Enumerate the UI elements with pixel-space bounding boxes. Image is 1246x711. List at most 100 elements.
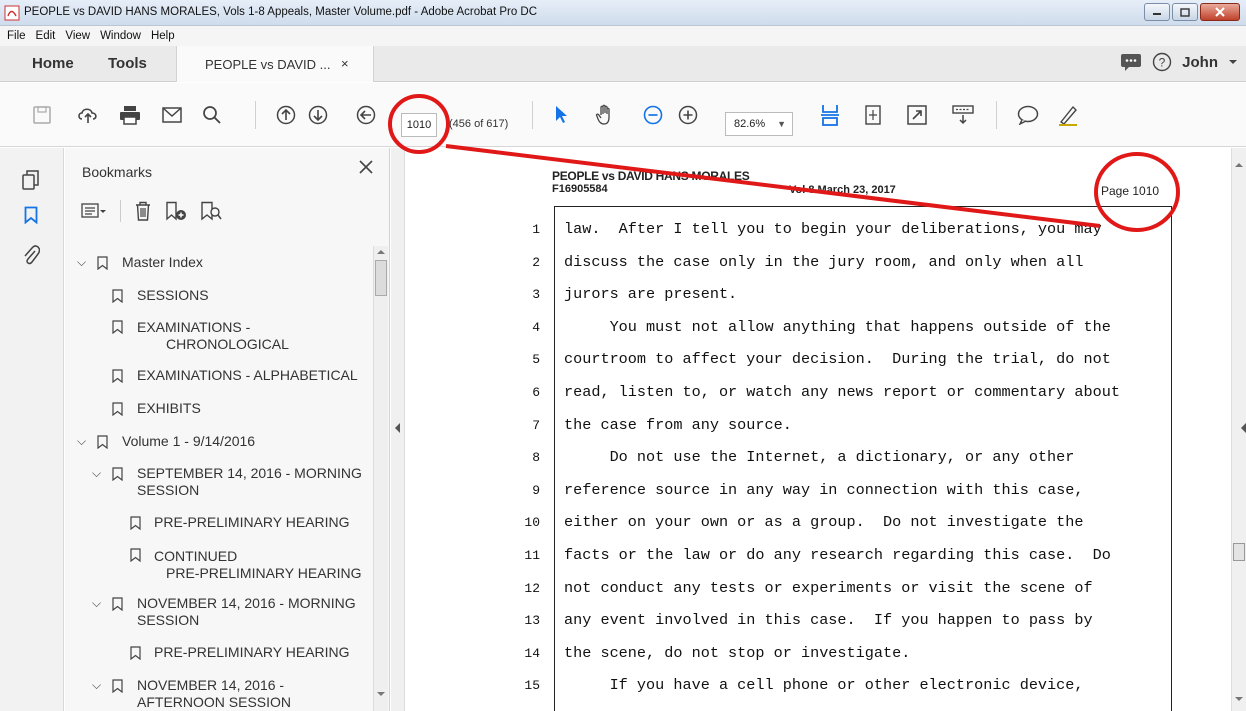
fit-page-button[interactable] — [861, 103, 885, 127]
envelope-icon — [162, 107, 182, 123]
save-button[interactable] — [30, 103, 54, 127]
scrolling-mode-button[interactable] — [818, 103, 842, 127]
document-scrollbar[interactable] — [1231, 148, 1246, 711]
cloud-upload-icon — [78, 108, 97, 123]
document-view[interactable]: PEOPLE vs DAVID HANS MORALES F16905584 V… — [406, 148, 1231, 711]
bookmark-label: Volume 1 - 9/14/2016 — [122, 433, 256, 449]
next-page-button[interactable] — [306, 103, 330, 127]
menu-window[interactable]: Window — [95, 30, 146, 42]
scroll-down-icon[interactable] — [1235, 696, 1243, 702]
page-number-input[interactable]: 1010 — [401, 113, 437, 137]
comment-button[interactable] — [1016, 103, 1040, 127]
new-bookmark-icon[interactable] — [165, 201, 187, 221]
bookmark-label: EXHIBITS — [137, 400, 201, 416]
zoom-select[interactable]: 82.6% ▼ — [725, 112, 793, 136]
transcript-line: facts or the law or do any research rega… — [564, 546, 1111, 564]
close-window-button[interactable] — [1200, 3, 1240, 21]
zoom-in-button[interactable] — [676, 103, 700, 127]
bookmark-label: PRE-PRELIMINARY HEARING — [154, 514, 350, 530]
chevron-down-icon[interactable]: ⌵ — [92, 678, 101, 693]
transcript-line: reference source in any way in connectio… — [564, 480, 1084, 499]
previous-page-button[interactable] — [274, 103, 298, 127]
bookmark-label-line2: PRE-PRELIMINARY HEARING — [166, 565, 362, 581]
bookmark-icon — [112, 289, 123, 303]
paperclip-icon[interactable] — [22, 244, 40, 266]
menu-file[interactable]: File — [2, 30, 31, 42]
scroll-up-icon[interactable] — [377, 249, 385, 255]
transcript-line: either on your own or as a group. Do not… — [564, 513, 1084, 532]
save-icon — [33, 106, 51, 124]
scroll-up-icon[interactable] — [1235, 162, 1243, 168]
svg-text:?: ? — [1159, 56, 1166, 70]
upload-cloud-button[interactable] — [76, 103, 100, 127]
chevron-left-icon[interactable] — [395, 423, 401, 433]
maximize-button[interactable] — [1172, 3, 1198, 21]
arrow-left-circle-icon — [356, 105, 376, 125]
previous-view-button[interactable] — [354, 103, 378, 127]
scroll-down-icon[interactable] — [377, 691, 385, 697]
scrollbar-thumb[interactable] — [375, 260, 387, 296]
highlight-button[interactable] — [1056, 103, 1080, 127]
chevron-down-icon: ▼ — [777, 119, 786, 129]
minimize-button[interactable] — [1144, 3, 1170, 21]
panel-collapse-strip[interactable] — [391, 148, 405, 711]
tab-tools[interactable]: Tools — [108, 55, 147, 72]
bookmark-icon — [112, 402, 123, 416]
tab-document[interactable]: PEOPLE vs DAVID ... × — [176, 46, 374, 82]
minus-circle-icon — [643, 105, 663, 125]
select-tool-button[interactable] — [550, 103, 574, 127]
chevron-left-icon[interactable] — [1241, 423, 1246, 433]
line-number: 9 — [532, 482, 540, 498]
scrollbar-thumb[interactable] — [1233, 543, 1245, 561]
read-mode-button[interactable] — [951, 103, 975, 127]
print-button[interactable] — [118, 103, 142, 127]
hand-icon — [595, 104, 610, 125]
pen-icon — [1059, 105, 1077, 126]
menu-edit[interactable]: Edit — [31, 30, 61, 42]
line-number: 6 — [532, 385, 540, 400]
plus-circle-icon — [678, 105, 698, 125]
expand-icon — [907, 105, 927, 125]
bookmarks-panel: Bookmarks ⌵ Master Index SESSIONS EXAMIN… — [65, 148, 390, 711]
tab-home[interactable]: Home — [32, 55, 74, 72]
bookmarks-scrollbar[interactable] — [373, 246, 388, 711]
bookmark-icon — [112, 597, 123, 611]
transcript-line: not conduct any tests or experiments or … — [564, 578, 1093, 597]
transcript-line: discuss the case only in the jury room, … — [564, 252, 1084, 271]
line-number: 15 — [524, 678, 540, 694]
bookmark-icon — [112, 679, 123, 693]
toolbar-separator — [996, 101, 997, 129]
menu-view[interactable]: View — [60, 30, 95, 42]
chevron-down-icon[interactable]: ⌵ — [77, 255, 86, 270]
find-bookmark-icon[interactable] — [200, 201, 222, 221]
print-icon — [120, 106, 140, 125]
comment-bubble-icon[interactable] — [1120, 53, 1142, 71]
tab-close-button[interactable]: × — [341, 56, 349, 71]
doc-header-page: Page 1010 — [1101, 184, 1160, 198]
chevron-down-icon[interactable]: ⌵ — [92, 466, 101, 481]
line-number: 5 — [532, 352, 540, 368]
speech-bubble-icon — [1017, 105, 1039, 125]
bookmark-icon — [112, 369, 123, 383]
pages-icon[interactable] — [22, 170, 40, 190]
full-screen-button[interactable] — [905, 103, 929, 127]
close-panel-button[interactable] — [358, 158, 374, 181]
bookmark-icon — [130, 646, 141, 660]
zoom-out-button[interactable] — [641, 103, 665, 127]
chevron-down-icon[interactable]: ⌵ — [77, 434, 86, 449]
hand-tool-button[interactable] — [593, 103, 617, 127]
line-number: 2 — [532, 254, 540, 270]
chevron-down-icon[interactable] — [1228, 58, 1238, 66]
bookmark-icon[interactable] — [24, 206, 38, 224]
user-name[interactable]: John — [1182, 54, 1218, 71]
bookmark-label: SEPTEMBER 14, 2016 - MORNING — [137, 465, 362, 481]
options-menu-icon[interactable] — [81, 202, 107, 220]
email-button[interactable] — [160, 103, 184, 127]
find-button[interactable] — [200, 103, 224, 127]
help-icon[interactable]: ? — [1152, 52, 1172, 72]
window-title: PEOPLE vs DAVID HANS MORALES, Vols 1-8 A… — [24, 6, 538, 18]
menu-help[interactable]: Help — [146, 30, 180, 42]
chevron-down-icon[interactable]: ⌵ — [92, 596, 101, 611]
trash-icon[interactable] — [134, 201, 152, 221]
bookmark-icon — [130, 548, 141, 562]
